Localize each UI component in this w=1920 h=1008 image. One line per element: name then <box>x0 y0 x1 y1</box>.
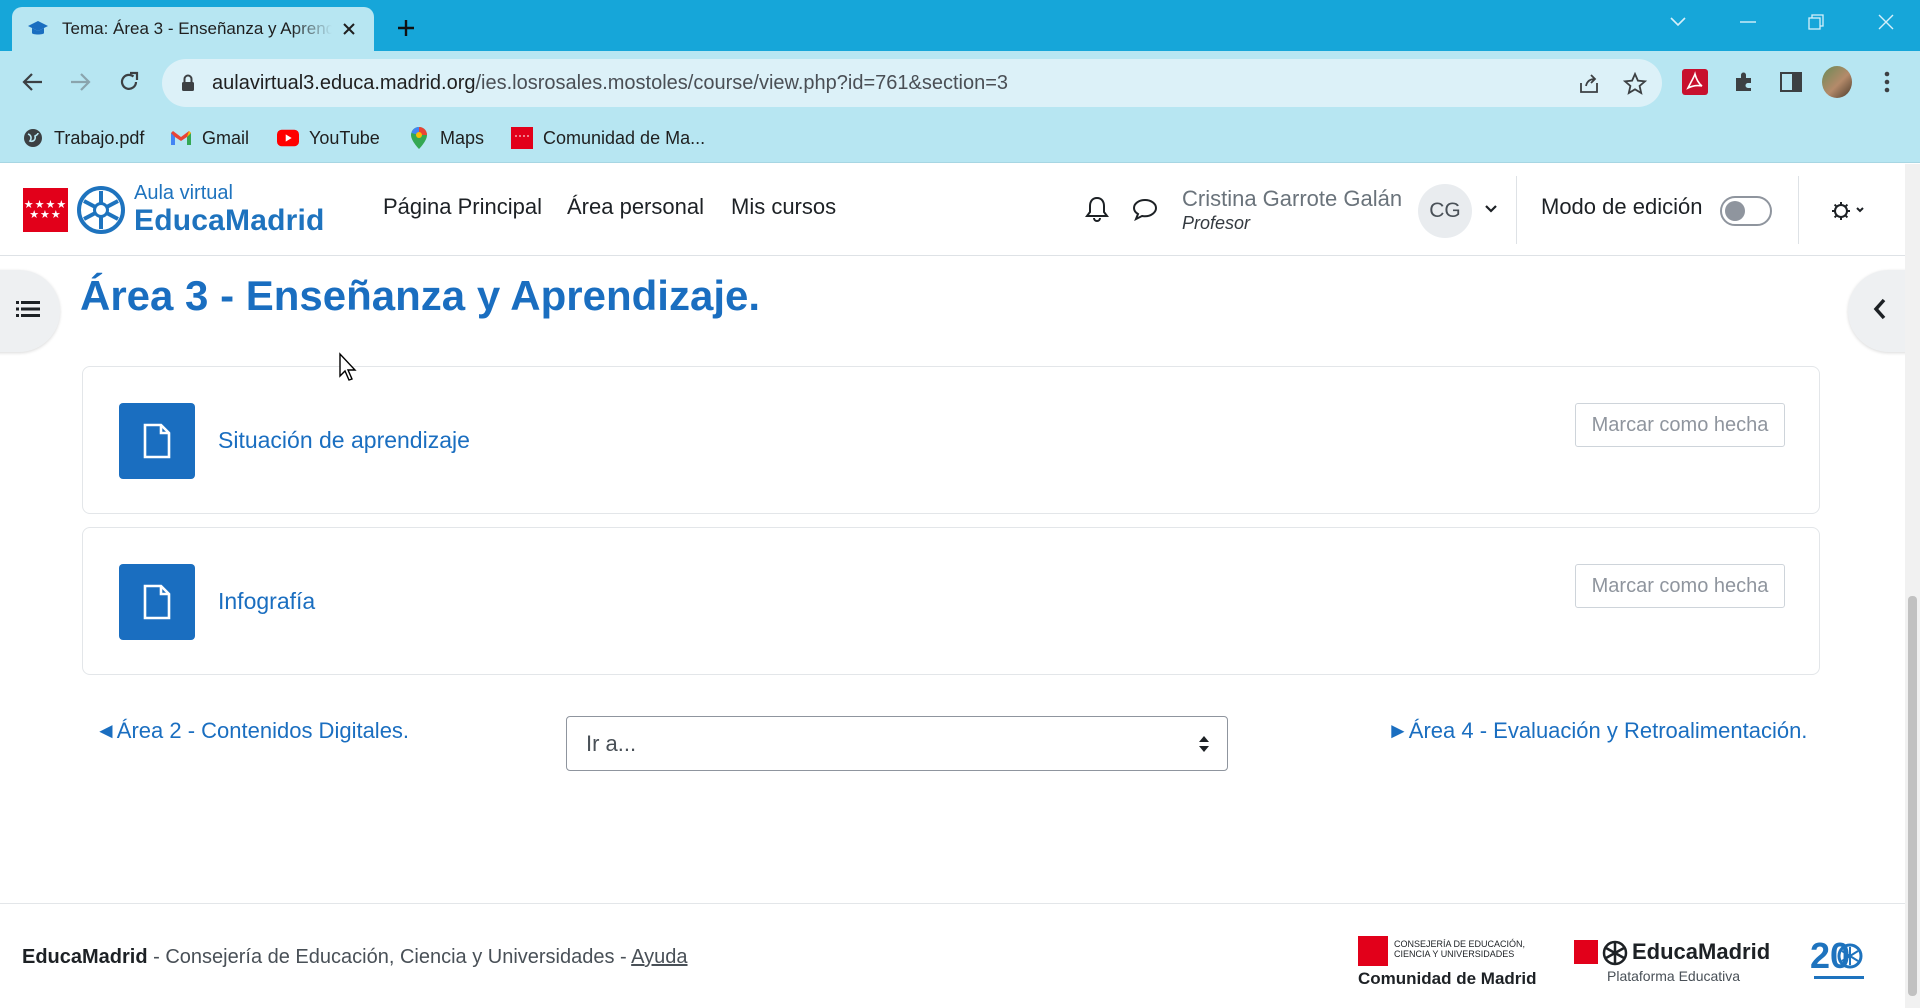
madrid-flag-icon <box>1574 940 1598 964</box>
bookmarks-bar: Trabajo.pdf Gmail YouTube Maps Comunidad… <box>0 113 1920 163</box>
educamadrid-footer-logo[interactable]: EducaMadrid Plataforma Educativa <box>1574 938 1770 988</box>
footer-text: EducaMadrid - Consejería de Educación, C… <box>22 946 688 968</box>
bookmark-gmail[interactable]: Gmail <box>170 125 249 151</box>
chevron-left-icon <box>1873 298 1887 325</box>
edit-mode-label: Modo de edición <box>1541 194 1703 219</box>
chevron-down-icon[interactable] <box>1480 198 1502 220</box>
user-fullname[interactable]: Cristina Garrote Galán <box>1182 186 1402 212</box>
user-avatar[interactable]: CG <box>1418 184 1472 238</box>
maps-icon <box>408 127 430 149</box>
educamadrid-emblem-icon[interactable] <box>76 185 126 235</box>
activity-card: Infografía Marcar como hecha <box>82 527 1820 675</box>
bookmark-star-icon[interactable] <box>1622 71 1648 97</box>
share-icon[interactable] <box>1576 71 1602 97</box>
educamadrid-emblem-icon <box>1602 940 1628 966</box>
browser-menu-icon[interactable] <box>1872 67 1902 97</box>
reload-icon[interactable] <box>112 65 146 99</box>
jump-select-value: Ir a... <box>586 731 637 756</box>
bookmark-maps[interactable]: Maps <box>408 125 484 151</box>
globe-icon <box>22 127 44 149</box>
close-tab-icon[interactable] <box>338 18 360 40</box>
comunidad-madrid-icon <box>511 127 533 149</box>
logo-title: EducaMadrid <box>134 204 325 237</box>
navbar-divider <box>1516 176 1517 244</box>
extensions-puzzle-icon[interactable] <box>1729 67 1759 97</box>
profile-avatar[interactable] <box>1822 66 1852 98</box>
url-text: aulavirtual3.educa.madrid.org/ies.losros… <box>212 72 1009 94</box>
scrollbar-thumb[interactable] <box>1908 596 1917 996</box>
logo-subtitle: Aula virtual <box>134 182 233 204</box>
next-section-link[interactable]: ►Área 4 - Evaluación y Retroalimentación… <box>1387 718 1807 744</box>
help-link[interactable]: Ayuda <box>631 946 687 968</box>
side-panel-icon[interactable] <box>1776 67 1806 97</box>
activity-link[interactable]: Infografía <box>218 588 315 615</box>
page-scrollbar[interactable] <box>1905 164 1920 1008</box>
youtube-icon <box>277 127 299 149</box>
madrid-flag-icon <box>1358 936 1388 966</box>
course-index-drawer-button[interactable] <box>0 270 60 352</box>
close-window-icon[interactable] <box>1868 8 1904 36</box>
jump-to-section-select[interactable]: Ir a... <box>566 716 1228 771</box>
tab-search-icon[interactable] <box>1660 8 1696 36</box>
back-icon[interactable] <box>16 65 50 99</box>
section-title: Área 3 - Enseñanza y Aprendizaje. <box>80 272 761 319</box>
messages-icon[interactable] <box>1130 194 1160 224</box>
acrobat-extension-icon[interactable] <box>1680 67 1710 97</box>
browser-toolbar: aulavirtual3.educa.madrid.org/ies.losros… <box>0 51 1920 113</box>
tab-title: Tema: Área 3 - Enseñanza y Aprendizaje. <box>62 19 332 38</box>
browser-tab-bar: Tema: Área 3 - Enseñanza y Aprendizaje. <box>0 0 1920 51</box>
comunidad-madrid-flag-logo[interactable]: ★★★★ ★★★ <box>23 188 68 232</box>
mouse-cursor-icon <box>339 352 357 381</box>
page-footer: EducaMadrid - Consejería de Educación, C… <box>0 903 1920 1008</box>
mark-as-done-button[interactable]: Marcar como hecha <box>1575 403 1785 447</box>
anniversary-number: 20 <box>1810 935 1850 976</box>
lock-icon[interactable] <box>178 73 198 93</box>
new-tab-icon[interactable] <box>390 12 422 44</box>
user-role: Profesor <box>1182 213 1251 233</box>
browser-tab-active[interactable]: Tema: Área 3 - Enseñanza y Aprendizaje. <box>12 7 374 51</box>
nav-pagina-principal[interactable]: Página Principal <box>383 194 542 220</box>
gmail-icon <box>170 127 192 149</box>
profile-photo-icon <box>1822 66 1852 98</box>
gear-icon[interactable] <box>1831 194 1865 228</box>
page-icon[interactable] <box>119 403 195 479</box>
address-bar[interactable]: aulavirtual3.educa.madrid.org/ies.losros… <box>162 59 1662 107</box>
minimize-icon[interactable] <box>1730 8 1766 36</box>
navbar-divider <box>1798 176 1799 244</box>
20-anniversary-logo[interactable]: 20 <box>1810 932 1868 988</box>
toggle-knob <box>1725 201 1745 221</box>
page-icon[interactable] <box>119 564 195 640</box>
list-icon <box>15 298 41 325</box>
restore-icon[interactable] <box>1798 8 1834 36</box>
site-navbar: ★★★★ ★★★ Aula virtual EducaMadrid Página … <box>0 164 1920 256</box>
graduation-cap-icon <box>26 17 50 41</box>
bookmark-trabajo[interactable]: Trabajo.pdf <box>22 125 144 151</box>
mark-as-done-button[interactable]: Marcar como hecha <box>1575 564 1785 608</box>
activity-link[interactable]: Situación de aprendizaje <box>218 427 470 454</box>
bookmark-youtube[interactable]: YouTube <box>277 125 380 151</box>
activity-card: Situación de aprendizaje Marcar como hec… <box>82 366 1820 514</box>
block-drawer-button[interactable] <box>1848 270 1912 352</box>
comunidad-madrid-logo[interactable]: CONSEJERÍA DE EDUCACIÓN, CIENCIA Y UNIVE… <box>1358 936 1538 988</box>
bookmark-comunidad-madrid[interactable]: Comunidad de Ma... <box>511 125 705 151</box>
select-arrows-icon <box>1199 736 1209 752</box>
nav-mis-cursos[interactable]: Mis cursos <box>731 194 836 220</box>
edit-mode-toggle[interactable] <box>1720 196 1772 226</box>
previous-section-link[interactable]: ◄Área 2 - Contenidos Digitales. <box>95 718 409 744</box>
nav-area-personal[interactable]: Área personal <box>567 194 704 220</box>
bell-icon[interactable] <box>1082 194 1112 224</box>
forward-icon[interactable] <box>63 65 97 99</box>
